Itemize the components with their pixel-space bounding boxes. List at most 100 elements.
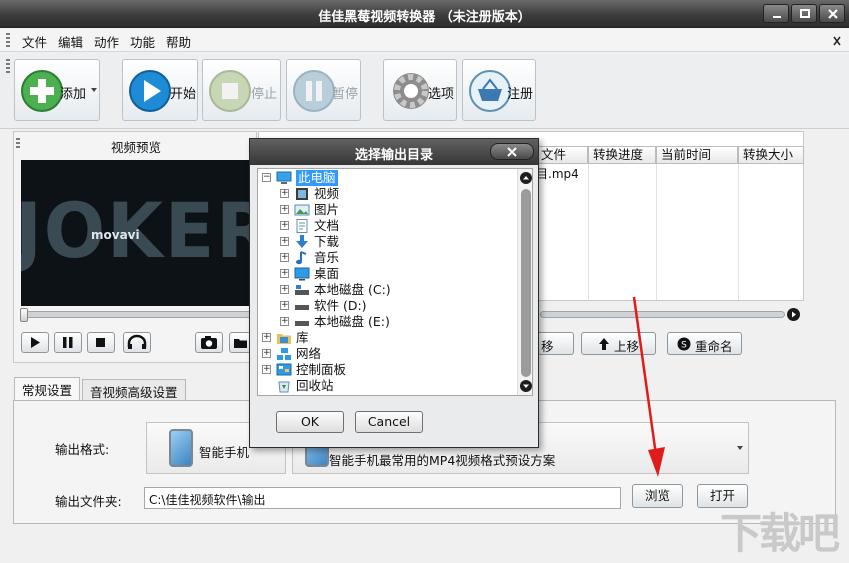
expand-icon[interactable]: + <box>262 333 271 342</box>
options-label: 选项 <box>428 87 455 102</box>
pause-label: 暂停 <box>332 87 359 102</box>
headphones-button[interactable] <box>123 332 151 353</box>
cancel-button[interactable]: Cancel <box>355 411 423 433</box>
tree-label: 回收站 <box>296 378 334 393</box>
video-watermark: movavi <box>91 228 140 242</box>
options-button[interactable]: 选项 <box>383 59 457 121</box>
network-icon <box>277 348 291 360</box>
expand-icon[interactable]: + <box>280 253 289 262</box>
play-icon <box>31 337 40 348</box>
stop-button[interactable]: 停止 <box>202 59 281 121</box>
column-divider <box>738 164 739 300</box>
chevron-down-icon[interactable] <box>737 446 743 450</box>
folder-tree[interactable]: − 此电脑 + 视频 + 图片 + 文档 + 下载 + 音乐 + 桌面 + 本地… <box>257 168 533 396</box>
dropdown-arrow-icon[interactable] <box>91 88 97 92</box>
document-icon <box>296 219 308 233</box>
expand-icon[interactable]: + <box>280 189 289 198</box>
browse-button[interactable]: 浏览 <box>632 484 683 508</box>
menu-help[interactable]: 帮助 <box>166 32 191 51</box>
drive-icon <box>295 321 309 326</box>
restore-button[interactable] <box>791 4 817 23</box>
tree-label: 下载 <box>314 234 340 249</box>
scroll-right-icon[interactable] <box>787 308 800 321</box>
add-button[interactable]: 添加 <box>14 59 100 121</box>
camera-icon <box>201 336 217 349</box>
menu-bar: 文件 编辑 动作 功能 帮助 <box>0 28 849 52</box>
tree-scroll-thumb[interactable] <box>521 189 531 377</box>
tab-av-advanced-settings[interactable]: 音视频高级设置 <box>82 379 186 400</box>
toolbar: 添加 开始 停止 暂停 选项 注册 <box>0 53 849 129</box>
expand-icon[interactable]: + <box>262 365 271 374</box>
menu-action[interactable]: 动作 <box>94 32 119 51</box>
folder-icon <box>234 339 247 348</box>
minimize-button[interactable] <box>763 4 789 23</box>
start-label: 开始 <box>170 87 197 102</box>
tree-scrollbar[interactable] <box>517 169 532 395</box>
basket-icon <box>469 70 511 112</box>
expand-icon[interactable]: + <box>280 285 289 294</box>
svg-text:S: S <box>681 341 687 351</box>
preview-panel: 视频预览 JOKER movavi <box>13 131 257 363</box>
tree-label: 桌面 <box>314 266 340 281</box>
tab-general-settings[interactable]: 常规设置 <box>14 377 81 401</box>
expand-icon[interactable]: + <box>280 237 289 246</box>
start-button[interactable]: 开始 <box>122 59 198 121</box>
ok-button[interactable]: OK <box>276 411 344 433</box>
scroll-up-icon[interactable] <box>520 172 532 184</box>
stop-icon <box>96 338 105 347</box>
column-divider <box>656 164 657 300</box>
play-control-button[interactable] <box>21 332 49 353</box>
stop-control-button[interactable] <box>87 332 115 353</box>
arrow-up-icon <box>599 338 609 350</box>
format-description: 智能手机最常用的MP4视频格式预设方案 <box>329 453 556 468</box>
expand-icon[interactable]: + <box>262 349 271 358</box>
open-folder-button[interactable] <box>229 332 251 353</box>
dialog-close-button[interactable] <box>490 143 534 160</box>
pause-button[interactable]: 暂停 <box>286 59 361 121</box>
drive-icon <box>295 285 309 295</box>
preview-seek-track[interactable] <box>21 311 254 318</box>
expand-icon[interactable]: + <box>280 205 289 214</box>
column-header-file[interactable]: 文件 <box>536 146 588 164</box>
register-label: 注册 <box>507 87 534 102</box>
video-preview: JOKER movavi <box>21 160 253 306</box>
output-folder-input[interactable]: C:\佳佳视频软件\输出 <box>144 487 621 509</box>
tree-label: 网络 <box>296 346 322 361</box>
expand-icon[interactable]: + <box>280 221 289 230</box>
collapse-icon[interactable]: − <box>262 173 271 182</box>
pause-control-button[interactable] <box>54 332 82 353</box>
drive-icon <box>295 305 309 310</box>
toolbar-grip <box>6 59 10 73</box>
minimize-icon <box>773 16 781 18</box>
tree-label: 本地磁盘 (C:) <box>314 282 391 297</box>
register-button[interactable]: 注册 <box>462 59 536 121</box>
expand-icon[interactable]: + <box>280 317 289 326</box>
table-row[interactable]: 目.mp4 <box>536 165 579 182</box>
expand-icon[interactable]: + <box>280 301 289 310</box>
scroll-down-icon[interactable] <box>520 380 532 392</box>
menu-edit[interactable]: 编辑 <box>58 32 83 51</box>
expand-icon[interactable]: + <box>280 269 289 278</box>
preview-seek-thumb[interactable] <box>20 308 28 322</box>
pause-icon <box>293 70 335 112</box>
site-logo: 下载吧 <box>720 509 840 558</box>
column-header-progress[interactable]: 转换进度 <box>588 146 656 164</box>
rename-label: 重命名 <box>695 339 733 354</box>
menu-close-icon[interactable] <box>833 35 841 46</box>
column-header-current-time[interactable]: 当前时间 <box>656 146 738 164</box>
menu-function[interactable]: 功能 <box>130 32 155 51</box>
close-button[interactable] <box>819 4 845 23</box>
stop-icon <box>209 70 251 112</box>
column-header-size[interactable]: 转换大小 <box>738 146 804 164</box>
menu-file[interactable]: 文件 <box>22 32 47 51</box>
recycle-bin-icon <box>278 381 290 393</box>
snapshot-button[interactable] <box>195 332 223 353</box>
format-device-label: 智能手机 <box>199 445 250 460</box>
stop-label: 停止 <box>251 87 278 102</box>
add-icon <box>21 70 63 112</box>
video-folder-icon <box>296 188 308 200</box>
download-icon <box>296 235 308 248</box>
close-icon <box>507 147 517 157</box>
remove-label: 移 <box>541 339 554 354</box>
tree-label: 音乐 <box>314 250 340 265</box>
